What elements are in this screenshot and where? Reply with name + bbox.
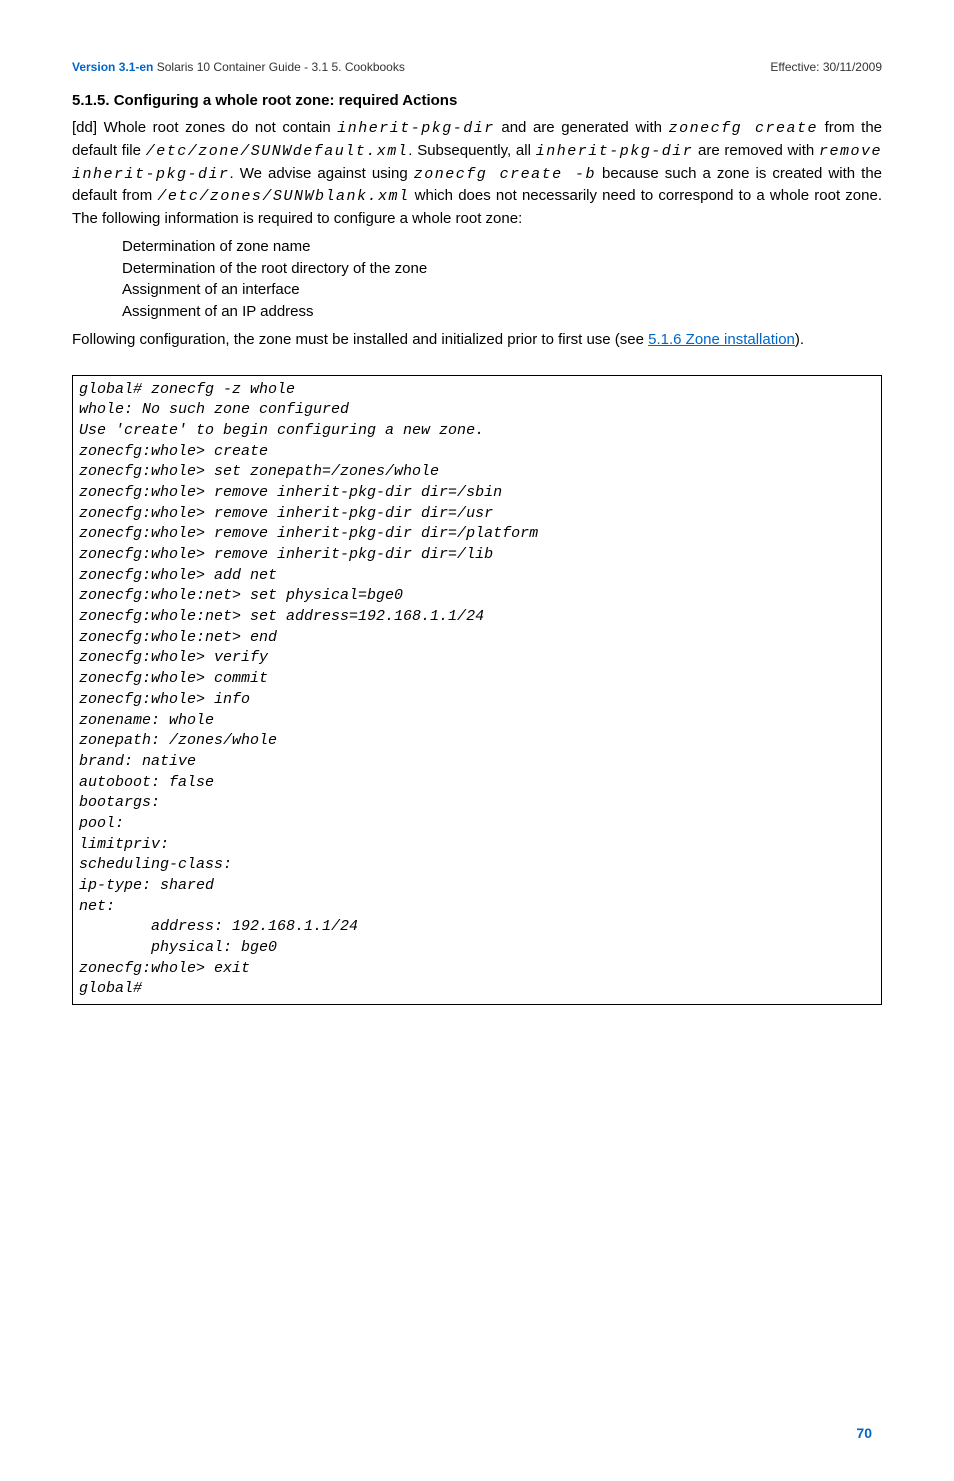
p1-code-3: /etc/zone/SUNWdefault.xml xyxy=(146,143,409,160)
p2-text-b: ). xyxy=(795,331,804,348)
page-header: Version 3.1-en Solaris 10 Container Guid… xyxy=(72,60,882,74)
version-label: Version 3.1-en xyxy=(72,60,153,74)
section-heading: 5.1.5. Configuring a whole root zone: re… xyxy=(72,92,882,109)
list-item: Assignment of an IP address xyxy=(122,301,882,323)
zone-installation-link[interactable]: 5.1.6 Zone installation xyxy=(648,331,795,348)
p2-text-a: Following configuration, the zone must b… xyxy=(72,331,648,348)
p1-text-f: . We advise against using xyxy=(230,165,414,182)
p1-code-4: inherit-pkg-dir xyxy=(536,143,694,160)
code-block: global# zonecfg -z whole whole: No such … xyxy=(72,375,882,1006)
p1-code-1: inherit-pkg-dir xyxy=(337,120,495,137)
p1-text-b: and are generated with xyxy=(495,119,669,136)
page-number: 70 xyxy=(72,1425,882,1441)
list-item: Determination of the root directory of t… xyxy=(122,258,882,280)
list-item: Determination of zone name xyxy=(122,236,882,258)
p1-code-2: zonecfg create xyxy=(669,120,818,137)
p1-code-6: zonecfg create -b xyxy=(414,166,596,183)
header-left: Version 3.1-en Solaris 10 Container Guid… xyxy=(72,60,405,74)
bullet-list: Determination of zone name Determination… xyxy=(72,236,882,323)
paragraph-1: [dd] Whole root zones do not contain inh… xyxy=(72,117,882,230)
p1-text-d: . Subsequently, all xyxy=(408,142,535,159)
page-container: Version 3.1-en Solaris 10 Container Guid… xyxy=(0,0,954,1481)
list-item: Assignment of an interface xyxy=(122,279,882,301)
p1-text-e: are removed with xyxy=(693,142,819,159)
header-title: Solaris 10 Container Guide - 3.1 5. Cook… xyxy=(157,60,405,74)
paragraph-2: Following configuration, the zone must b… xyxy=(72,329,882,351)
p1-text-a: [dd] Whole root zones do not contain xyxy=(72,119,337,136)
header-right: Effective: 30/11/2009 xyxy=(770,60,882,74)
p1-code-7: /etc/zones/SUNWblank.xml xyxy=(157,188,409,205)
